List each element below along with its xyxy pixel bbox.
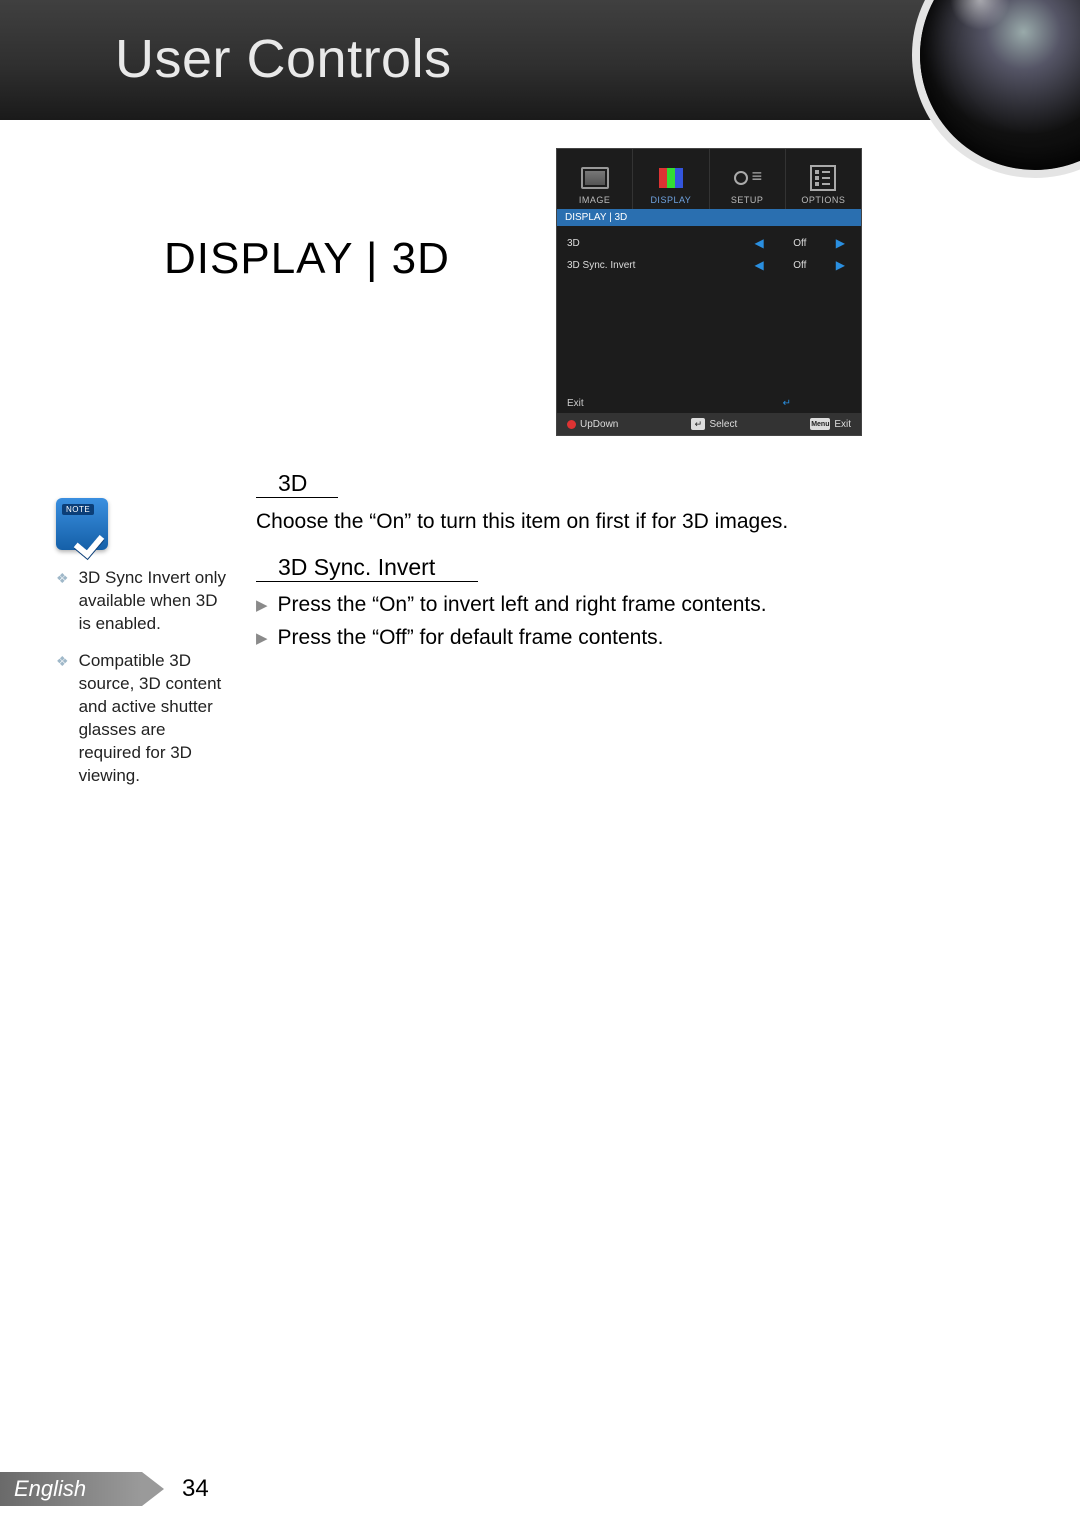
osd-foot-updown: UpDown (567, 419, 618, 430)
body-paragraph: Choose the “On” to turn this item on fir… (256, 508, 876, 536)
arrow-left-icon[interactable]: ◀ (749, 258, 770, 272)
chapter-title: User Controls (115, 28, 452, 90)
osd-exit-label: Exit (567, 398, 584, 409)
osd-menu: IMAGE DISPLAY SETUP OPTIONS DISPLAY | 3D… (556, 148, 862, 436)
lens-graphic (920, 0, 1080, 170)
note-text: 3D Sync Invert only available when 3D is… (79, 567, 228, 636)
bullet-text: Press the “On” to invert left and right … (278, 590, 767, 620)
osd-row-label: 3D (567, 238, 749, 249)
bullet-item: ▶ Press the “On” to invert left and righ… (256, 590, 876, 620)
osd-foot-label: Exit (834, 419, 851, 430)
options-icon (808, 165, 838, 191)
osd-row-3d-sync-invert[interactable]: 3D Sync. Invert ◀ Off ▶ (557, 254, 861, 276)
osd-foot-exit: Menu Exit (810, 418, 851, 430)
page-footer: English 34 (0, 1472, 209, 1506)
osd-row-value: Off (770, 238, 830, 249)
osd-tab-label: SETUP (731, 195, 764, 205)
subsection-heading-3d: 3D (256, 470, 338, 498)
setup-icon (732, 165, 762, 191)
note-item: ❖ Compatible 3D source, 3D content and a… (56, 650, 228, 788)
note-item: ❖ 3D Sync Invert only available when 3D … (56, 567, 228, 636)
manual-page: User Controls DISPLAY | 3D IMAGE DISPLAY… (0, 0, 1080, 1532)
osd-tabs: IMAGE DISPLAY SETUP OPTIONS (557, 149, 861, 209)
osd-row-value: Off (770, 260, 830, 271)
osd-tab-label: DISPLAY (650, 195, 691, 205)
osd-tab-label: OPTIONS (801, 195, 845, 205)
enter-icon: ↵ (783, 398, 791, 409)
osd-tab-image[interactable]: IMAGE (557, 149, 633, 209)
triangle-bullet-icon: ▶ (256, 590, 268, 620)
display-icon (656, 165, 686, 191)
osd-body: 3D ◀ Off ▶ 3D Sync. Invert ◀ Off ▶ (557, 226, 861, 394)
triangle-bullet-icon: ▶ (256, 623, 268, 653)
footer-language-label: English (0, 1472, 142, 1506)
osd-breadcrumb: DISPLAY | 3D (557, 209, 861, 226)
note-text: Compatible 3D source, 3D content and act… (79, 650, 228, 788)
enter-key-icon: ↵ (691, 418, 705, 430)
page-number: 34 (182, 1475, 209, 1503)
section-title: DISPLAY | 3D (164, 234, 450, 284)
diamond-bullet-icon: ❖ (56, 650, 69, 788)
osd-exit-row[interactable]: Exit ↵ (557, 394, 861, 413)
arrow-right-icon[interactable]: ▶ (830, 258, 851, 272)
osd-row-3d[interactable]: 3D ◀ Off ▶ (557, 232, 861, 254)
osd-foot-select: ↵ Select (691, 418, 737, 430)
osd-footer: UpDown ↵ Select Menu Exit (557, 413, 861, 435)
osd-tab-label: IMAGE (579, 195, 611, 205)
bullet-item: ▶ Press the “Off” for default frame cont… (256, 623, 876, 653)
osd-foot-label: UpDown (580, 419, 618, 430)
subsection-heading-3d-sync-invert: 3D Sync. Invert (256, 554, 478, 582)
osd-tab-setup[interactable]: SETUP (710, 149, 786, 209)
red-dot-icon (567, 420, 576, 429)
osd-foot-label: Select (709, 419, 737, 430)
osd-row-label: 3D Sync. Invert (567, 260, 749, 271)
side-notes: ❖ 3D Sync Invert only available when 3D … (56, 567, 228, 801)
menu-key-icon: Menu (810, 418, 830, 430)
image-icon (580, 165, 610, 191)
footer-language-tab: English (0, 1472, 142, 1506)
osd-tab-display[interactable]: DISPLAY (633, 149, 709, 209)
body-column: 3D Choose the “On” to turn this item on … (256, 470, 876, 655)
arrow-left-icon[interactable]: ◀ (749, 236, 770, 250)
diamond-bullet-icon: ❖ (56, 567, 69, 636)
checkmark-icon (74, 514, 114, 554)
osd-tab-options[interactable]: OPTIONS (786, 149, 861, 209)
bullet-text: Press the “Off” for default frame conten… (278, 623, 664, 653)
note-badge: NOTE (56, 498, 108, 550)
arrow-right-icon[interactable]: ▶ (830, 236, 851, 250)
header-band: User Controls (0, 0, 1080, 120)
